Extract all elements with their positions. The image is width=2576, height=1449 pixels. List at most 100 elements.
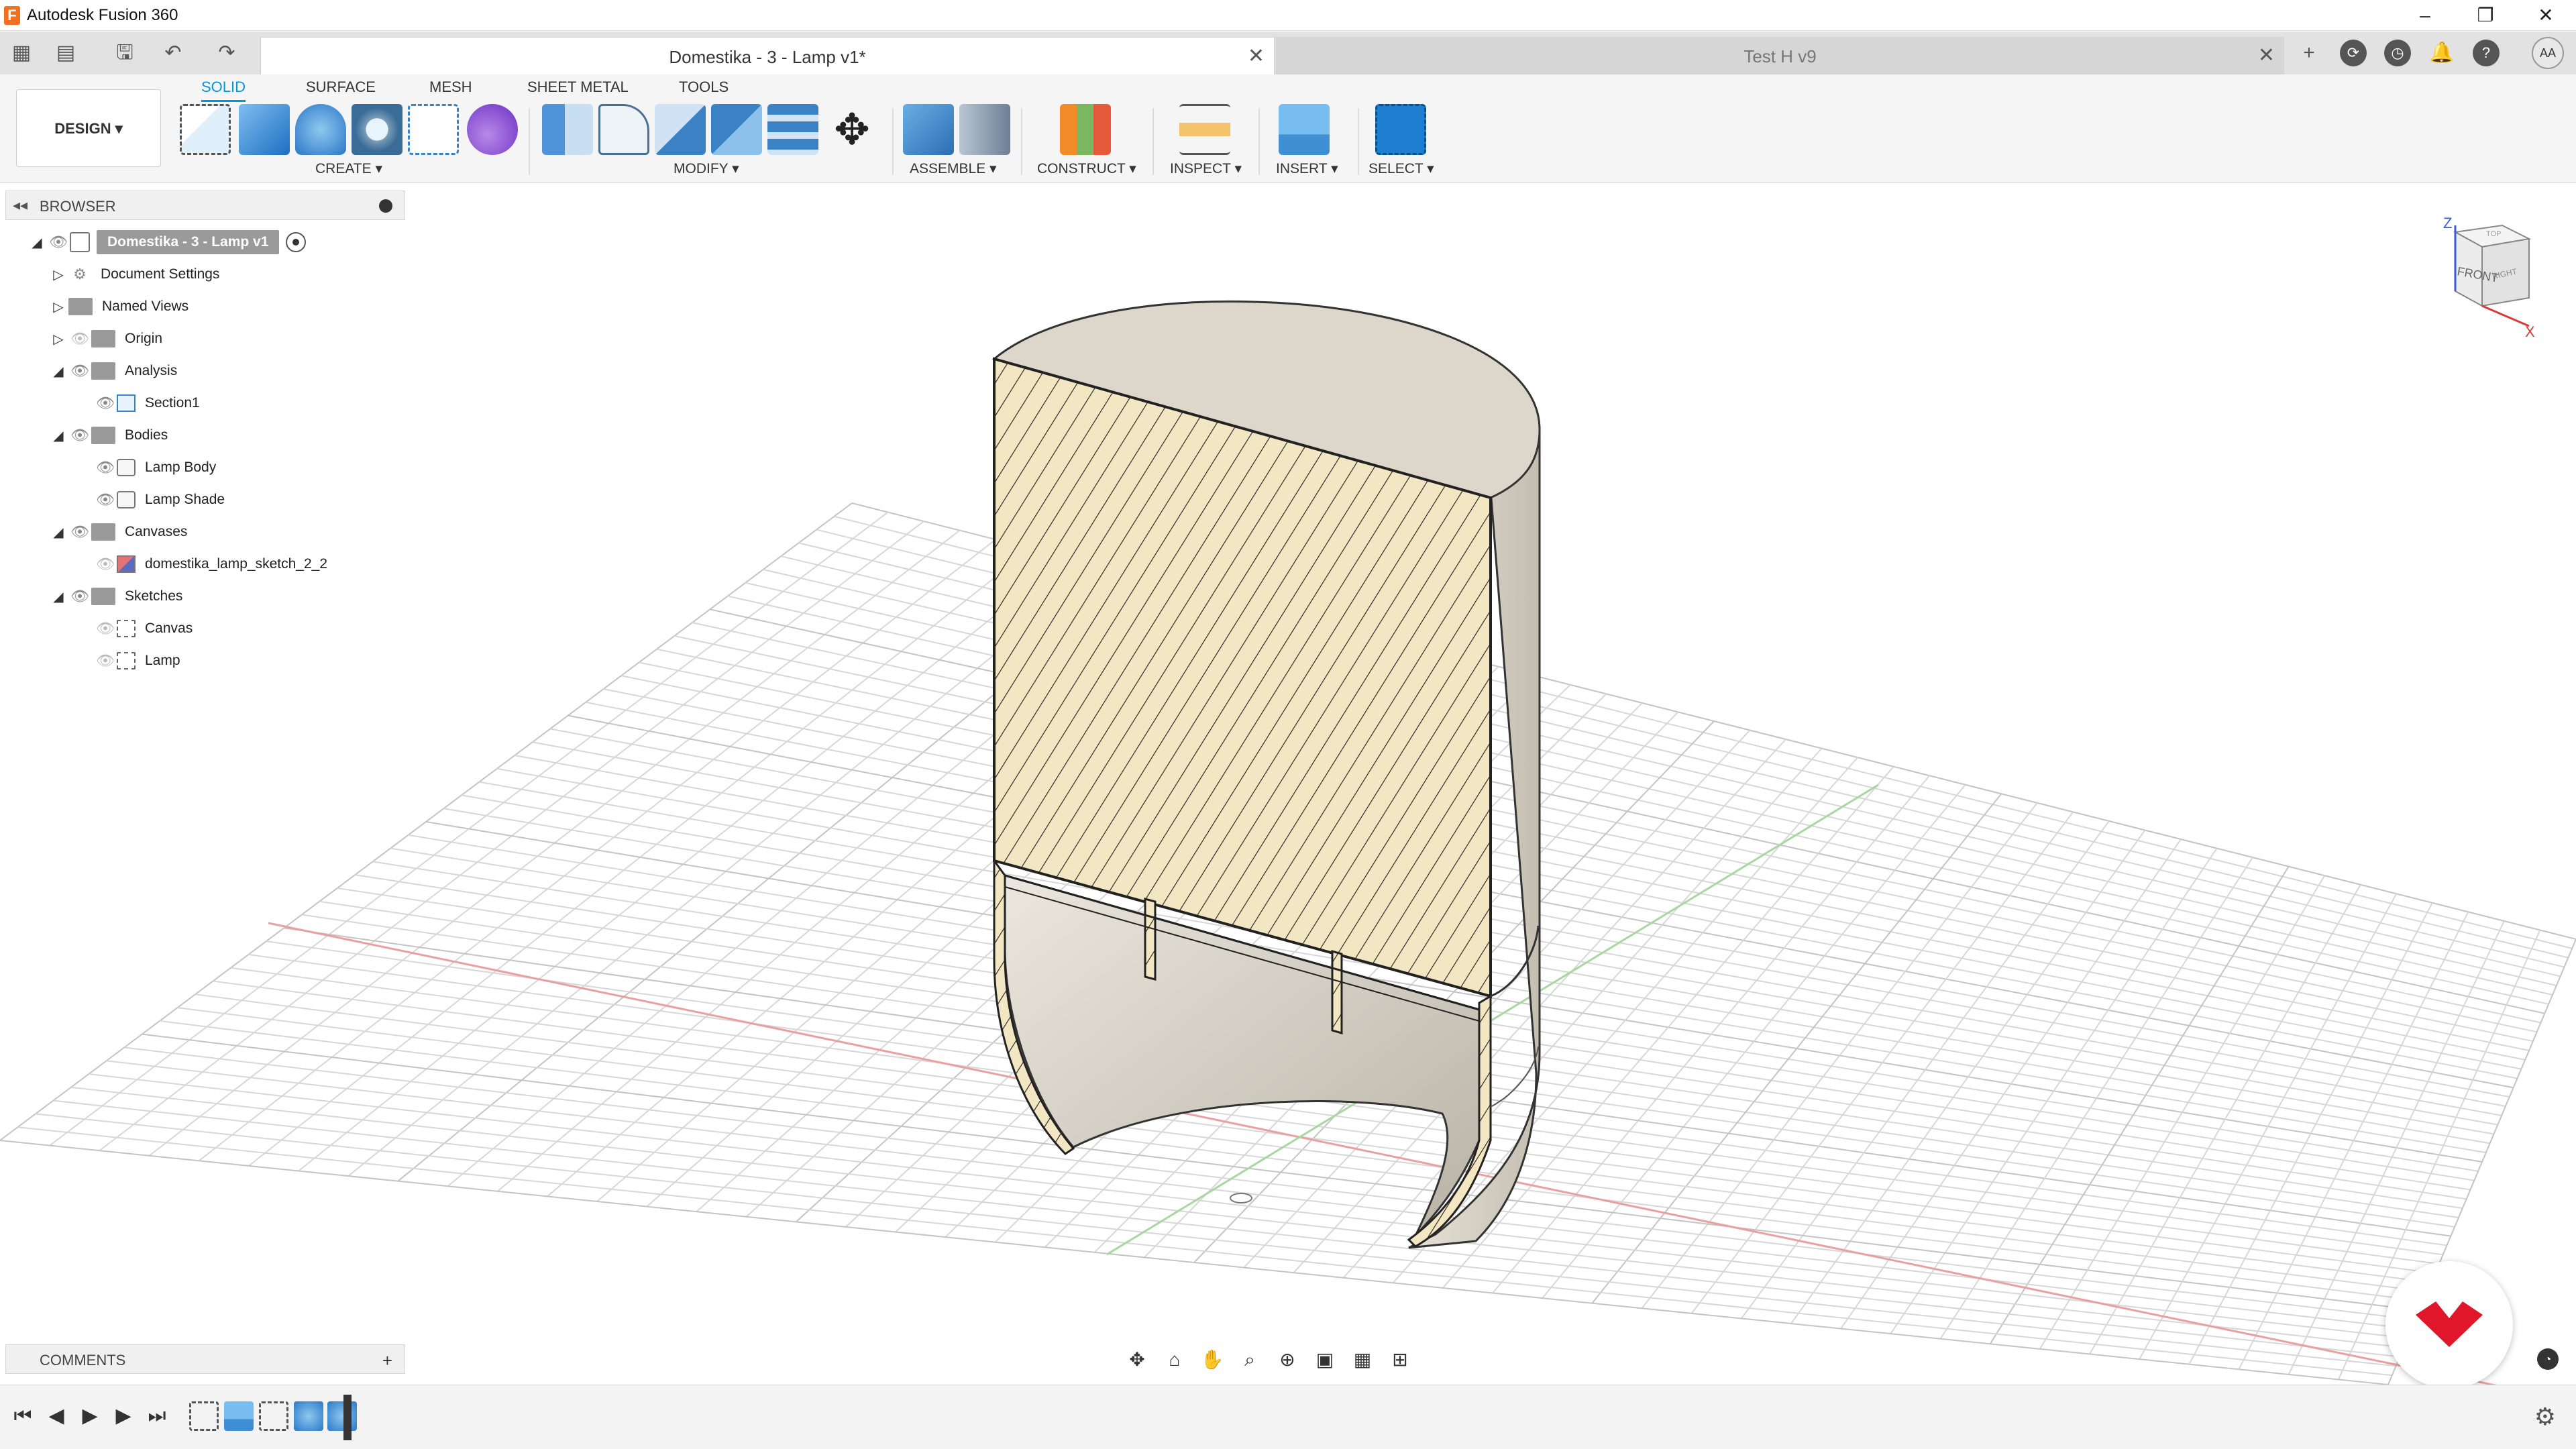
pattern-icon[interactable] — [408, 104, 459, 155]
browser-item-analysis[interactable]: ◢ 👁 Analysis — [48, 357, 177, 385]
extrude-icon[interactable] — [239, 104, 290, 155]
display-settings-icon[interactable]: ▣ — [1309, 1346, 1340, 1373]
collapse-arrow-icon[interactable]: ◢ — [48, 588, 68, 605]
browser-item-canvas-image[interactable]: 👁 domestika_lamp_sketch_2_2 — [94, 550, 327, 578]
browser-item-sketches[interactable]: ◢ 👁 Sketches — [48, 582, 182, 610]
offset-plane-icon[interactable] — [1060, 104, 1111, 155]
workspace-switcher[interactable]: DESIGN ▾ — [16, 89, 161, 167]
browser-item-sketch-canvas[interactable]: 👁 Canvas — [94, 614, 193, 643]
browser-root[interactable]: ◢ 👁 Domestika - 3 - Lamp v1 — [27, 228, 307, 256]
visibility-eye-icon[interactable]: 👁 — [68, 427, 91, 444]
joint-icon[interactable] — [959, 104, 1010, 155]
browser-item-section1[interactable]: 👁 Section1 — [94, 389, 200, 417]
info-icon[interactable]: ◔ — [2537, 1348, 2559, 1370]
hidden-eye-icon[interactable]: 👁 — [94, 620, 117, 637]
play-icon[interactable]: ▶ — [76, 1403, 103, 1430]
move-copy-icon[interactable]: ✥ — [826, 104, 877, 155]
hidden-eye-icon[interactable]: 👁 — [94, 652, 117, 669]
tab-domestika-lamp[interactable]: Domestika - 3 - Lamp v1* ✕ — [260, 37, 1275, 74]
viewports-icon[interactable]: ⊞ — [1385, 1346, 1415, 1373]
go-to-end-icon[interactable]: ⏭ — [144, 1403, 170, 1430]
select-menu[interactable]: SELECT ▾ — [1368, 160, 1434, 177]
add-comment-icon[interactable]: + — [382, 1350, 392, 1371]
view-cube[interactable]: FRONT RIGHT TOP Z X — [2428, 212, 2536, 339]
browser-item-bodies[interactable]: ◢ 👁 Bodies — [48, 421, 168, 449]
gear-icon[interactable]: ⚙ — [2534, 1403, 2556, 1431]
collapse-arrow-icon[interactable]: ◢ — [48, 363, 68, 380]
fillet-icon[interactable] — [598, 104, 649, 155]
timeline-feature-sketch-icon[interactable] — [189, 1401, 219, 1431]
timeline-feature-revolve-icon[interactable] — [294, 1401, 323, 1431]
inspect-menu[interactable]: INSPECT ▾ — [1170, 160, 1242, 177]
collapse-arrow-icon[interactable]: ◢ — [48, 427, 68, 444]
modify-menu[interactable]: MODIFY ▾ — [674, 160, 739, 177]
create-form-icon[interactable] — [467, 104, 518, 155]
browser-item-origin[interactable]: ▷ 👁 Origin — [48, 325, 162, 353]
collapse-browser-icon[interactable]: ◂◂ — [13, 197, 28, 214]
construct-menu[interactable]: CONSTRUCT ▾ — [1037, 160, 1136, 177]
new-tab-icon[interactable]: + — [2294, 38, 2324, 68]
new-component-icon[interactable] — [903, 104, 954, 155]
step-forward-icon[interactable]: ▶ — [110, 1403, 137, 1430]
help-icon[interactable]: ? — [2473, 40, 2500, 66]
chamfer-icon[interactable] — [655, 104, 706, 155]
create-sketch-icon[interactable] — [180, 104, 231, 155]
browser-item-canvases[interactable]: ◢ 👁 Canvases — [48, 518, 187, 546]
restore-button[interactable]: ❐ — [2455, 3, 2516, 28]
3d-viewport[interactable] — [0, 184, 2576, 1385]
assemble-menu[interactable]: ASSEMBLE ▾ — [910, 160, 997, 177]
tab-sheet-metal[interactable]: SHEET METAL — [527, 78, 629, 96]
timeline-marker[interactable] — [343, 1395, 352, 1440]
timeline-feature-sketch-icon[interactable] — [259, 1401, 288, 1431]
visibility-eye-icon[interactable]: 👁 — [47, 233, 70, 251]
browser-item-sketch-lamp[interactable]: 👁 Lamp — [94, 647, 180, 675]
close-tab-icon[interactable]: ✕ — [2258, 44, 2275, 67]
notifications-icon[interactable]: 🔔 — [2428, 40, 2455, 66]
collapse-arrow-icon[interactable]: ◢ — [48, 524, 68, 541]
browser-item-lamp-shade[interactable]: 👁 Lamp Shade — [94, 486, 225, 514]
fit-icon[interactable]: ⊕ — [1272, 1346, 1303, 1373]
expand-arrow-icon[interactable]: ▷ — [48, 266, 68, 283]
minimize-button[interactable]: – — [2395, 3, 2455, 28]
orbit-icon[interactable]: ✥ — [1122, 1346, 1152, 1373]
tab-test-h[interactable]: Test H v9 ✕ — [1276, 37, 2284, 74]
browser-item-document-settings[interactable]: ▷ ⚙ Document Settings — [48, 260, 219, 288]
tab-mesh[interactable]: MESH — [429, 78, 472, 96]
browser-item-lamp-body[interactable]: 👁 Lamp Body — [94, 453, 216, 482]
pan-icon[interactable]: ✋ — [1197, 1346, 1228, 1373]
measure-icon[interactable] — [1179, 104, 1230, 155]
tab-solid[interactable]: SOLID — [201, 78, 246, 102]
press-pull-icon[interactable] — [542, 104, 593, 155]
tab-surface[interactable]: SURFACE — [306, 78, 376, 96]
hole-icon[interactable] — [352, 104, 402, 155]
data-panel-icon[interactable]: ▦ — [7, 38, 36, 68]
expand-arrow-icon[interactable]: ▷ — [48, 299, 68, 315]
close-window-button[interactable]: ✕ — [2516, 3, 2576, 28]
collapse-arrow-icon[interactable]: ◢ — [27, 234, 47, 251]
visibility-eye-icon[interactable]: 👁 — [68, 588, 91, 605]
visibility-eye-icon[interactable]: 👁 — [68, 523, 91, 541]
job-status-icon[interactable]: ◷ — [2384, 40, 2411, 66]
hidden-eye-icon[interactable]: 👁 — [94, 555, 117, 573]
look-at-icon[interactable]: ⌂ — [1159, 1346, 1190, 1373]
browser-item-named-views[interactable]: ▷ Named Views — [48, 292, 189, 321]
grid-settings-icon[interactable]: ▦ — [1347, 1346, 1378, 1373]
combine-icon[interactable] — [767, 104, 818, 155]
visibility-eye-icon[interactable]: 👁 — [94, 394, 117, 412]
user-avatar[interactable]: AA — [2532, 37, 2564, 69]
step-back-icon[interactable]: ◀ — [43, 1403, 70, 1430]
insert-menu[interactable]: INSERT ▾ — [1276, 160, 1338, 177]
visibility-eye-icon[interactable]: 👁 — [94, 459, 117, 476]
save-icon[interactable]: 🖫 — [110, 38, 140, 68]
timeline-feature-canvas-icon[interactable] — [224, 1401, 254, 1431]
create-menu[interactable]: CREATE ▾ — [315, 160, 382, 177]
activate-component-icon[interactable] — [286, 232, 307, 252]
revolve-icon[interactable] — [295, 104, 346, 155]
file-menu-icon[interactable]: ▤ — [51, 38, 80, 68]
timeline-feature-revolve-icon[interactable] — [327, 1401, 357, 1431]
tab-tools[interactable]: TOOLS — [679, 78, 729, 96]
undo-icon[interactable]: ↶ — [158, 38, 188, 68]
hidden-eye-icon[interactable]: 👁 — [68, 330, 91, 347]
insert-image-icon[interactable] — [1279, 104, 1330, 155]
go-to-start-icon[interactable]: ⏮ — [9, 1403, 36, 1430]
